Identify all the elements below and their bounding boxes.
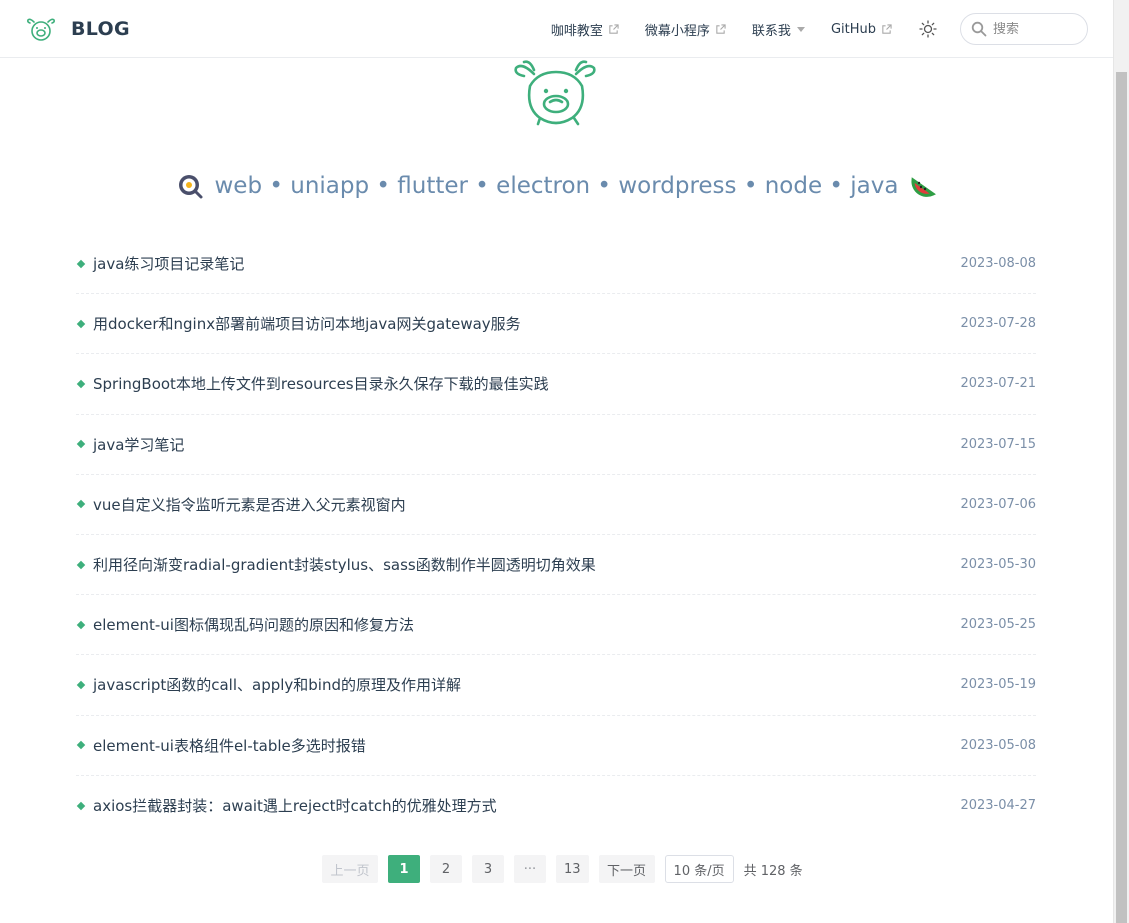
tagline-text: web • uniapp • flutter • electron • word… bbox=[214, 173, 899, 199]
bullet-diamond-icon bbox=[76, 560, 86, 569]
bullet-diamond-icon bbox=[76, 259, 86, 268]
post-item[interactable]: axios拦截器封装：await遇上reject时catch的优雅处理方式 20… bbox=[76, 776, 1036, 836]
post-title[interactable]: element-ui图标偶现乱码问题的原因和修复方法 bbox=[93, 614, 414, 635]
post-item[interactable]: element-ui图标偶现乱码问题的原因和修复方法 2023-05-25 bbox=[76, 595, 1036, 656]
post-list: java练习项目记录笔记 2023-08-08 用docker和nginx部署前… bbox=[76, 234, 1036, 836]
nav-link-label: 咖啡教室 bbox=[550, 23, 603, 39]
post-left: vue自定义指令监听元素是否进入父元素视窗内 bbox=[76, 494, 406, 515]
pagination: 上一页 1 2 3 ··· 13 下一页 10 条/页 共 128 条 bbox=[322, 855, 803, 883]
theme-toggle-button[interactable] bbox=[918, 19, 938, 39]
post-date: 2023-07-28 bbox=[960, 316, 1036, 332]
hero-tagline: web • uniapp • flutter • electron • word… bbox=[0, 172, 1113, 200]
nav-links: 咖啡教室 微幕小程序 联系我 GitHub bbox=[551, 0, 1088, 58]
nav-link-label: 联系我 bbox=[751, 23, 791, 39]
page-scrollbar[interactable] bbox=[1113, 0, 1129, 923]
post-left: SpringBoot本地上传文件到resources目录永久保存下载的最佳实践 bbox=[76, 373, 549, 394]
cartoon-face-logo-icon bbox=[26, 18, 56, 41]
post-left: axios拦截器封装：await遇上reject时catch的优雅处理方式 bbox=[76, 795, 497, 816]
post-date: 2023-05-19 bbox=[960, 677, 1036, 693]
scrollbar-thumb[interactable] bbox=[1116, 72, 1127, 923]
brand-link[interactable]: BLOG bbox=[26, 16, 130, 42]
post-item[interactable]: javascript函数的call、apply和bind的原理及作用详解 202… bbox=[76, 655, 1036, 716]
page-button-1[interactable]: 1 bbox=[388, 855, 420, 883]
external-link-icon bbox=[716, 23, 726, 34]
site-title: BLOG bbox=[71, 17, 130, 40]
post-title[interactable]: 用docker和nginx部署前端项目访问本地java网关gateway服务 bbox=[93, 313, 521, 334]
post-item[interactable]: java练习项目记录笔记 2023-08-08 bbox=[76, 234, 1036, 295]
post-date: 2023-08-08 bbox=[960, 256, 1036, 272]
search-box[interactable] bbox=[960, 13, 1088, 45]
page-button-2[interactable]: 2 bbox=[430, 855, 462, 883]
bullet-diamond-icon bbox=[76, 740, 86, 750]
post-date: 2023-07-06 bbox=[960, 496, 1036, 512]
bullet-diamond-icon bbox=[76, 379, 86, 389]
post-title[interactable]: java练习项目记录笔记 bbox=[93, 253, 244, 274]
post-title[interactable]: javascript函数的call、apply和bind的原理及作用详解 bbox=[93, 674, 461, 695]
post-item[interactable]: 用docker和nginx部署前端项目访问本地java网关gateway服务 2… bbox=[76, 294, 1036, 355]
nav-link-coffee-class[interactable]: 咖啡教室 bbox=[551, 20, 619, 39]
post-item[interactable]: SpringBoot本地上传文件到resources目录永久保存下载的最佳实践 … bbox=[76, 354, 1036, 415]
post-left: java学习笔记 bbox=[76, 434, 184, 455]
post-title[interactable]: vue自定义指令监听元素是否进入父元素视窗内 bbox=[93, 494, 406, 515]
bullet-diamond-icon bbox=[76, 439, 86, 449]
external-link-icon bbox=[609, 23, 619, 34]
next-page-button[interactable]: 下一页 bbox=[598, 855, 655, 883]
search-input[interactable] bbox=[993, 21, 1073, 37]
post-left: 用docker和nginx部署前端项目访问本地java网关gateway服务 bbox=[76, 313, 521, 334]
bullet-diamond-icon bbox=[76, 680, 86, 690]
post-title[interactable]: element-ui表格组件el-table多选时报错 bbox=[93, 735, 366, 756]
bullet-diamond-icon bbox=[76, 319, 86, 329]
bullet-diamond-icon bbox=[76, 801, 86, 811]
post-date: 2023-07-15 bbox=[960, 436, 1036, 452]
nav-dropdown-contact[interactable]: 联系我 bbox=[752, 20, 805, 39]
bullet-diamond-icon bbox=[76, 620, 86, 629]
post-title[interactable]: SpringBoot本地上传文件到resources目录永久保存下载的最佳实践 bbox=[93, 373, 549, 394]
page-ellipsis-button[interactable]: ··· bbox=[514, 855, 546, 883]
post-title[interactable]: axios拦截器封装：await遇上reject时catch的优雅处理方式 bbox=[93, 795, 497, 816]
frying-pan-egg-icon bbox=[178, 175, 202, 199]
post-date: 2023-07-21 bbox=[960, 376, 1036, 392]
navbar: BLOG 咖啡教室 微幕小程序 联系我 GitHub bbox=[0, 0, 1113, 58]
sun-icon bbox=[919, 20, 937, 38]
post-left: element-ui图标偶现乱码问题的原因和修复方法 bbox=[76, 614, 414, 635]
watermelon-icon bbox=[911, 177, 937, 197]
nav-link-label: GitHub bbox=[830, 21, 876, 37]
post-date: 2023-04-27 bbox=[960, 798, 1036, 814]
post-item[interactable]: java学习笔记 2023-07-15 bbox=[76, 415, 1036, 475]
post-date: 2023-05-25 bbox=[960, 617, 1036, 633]
search-icon bbox=[971, 21, 987, 37]
post-date: 2023-05-08 bbox=[960, 737, 1036, 753]
nav-link-label: 微幕小程序 bbox=[644, 23, 710, 39]
post-left: javascript函数的call、apply和bind的原理及作用详解 bbox=[76, 674, 461, 695]
post-title[interactable]: java学习笔记 bbox=[93, 434, 184, 455]
post-date: 2023-05-30 bbox=[960, 557, 1036, 573]
post-item[interactable]: 利用径向渐变radial-gradient封装stylus、sass函数制作半圆… bbox=[76, 535, 1036, 596]
cartoon-face-hero-icon bbox=[514, 60, 596, 126]
page-button-3[interactable]: 3 bbox=[472, 855, 504, 883]
bullet-diamond-icon bbox=[76, 500, 86, 509]
post-title[interactable]: 利用径向渐变radial-gradient封装stylus、sass函数制作半圆… bbox=[93, 554, 596, 575]
page-size-select[interactable]: 10 条/页 bbox=[664, 855, 734, 883]
total-count: 共 128 条 bbox=[743, 863, 803, 879]
prev-page-button[interactable]: 上一页 bbox=[322, 855, 378, 883]
post-item[interactable]: vue自定义指令监听元素是否进入父元素视窗内 2023-07-06 bbox=[76, 475, 1036, 535]
page-button-13[interactable]: 13 bbox=[556, 855, 589, 883]
chevron-down-icon bbox=[796, 26, 805, 32]
external-link-icon bbox=[882, 23, 892, 34]
post-item[interactable]: element-ui表格组件el-table多选时报错 2023-05-08 bbox=[76, 716, 1036, 776]
post-left: java练习项目记录笔记 bbox=[76, 253, 244, 274]
post-left: 利用径向渐变radial-gradient封装stylus、sass函数制作半圆… bbox=[76, 554, 596, 575]
nav-link-mini-program[interactable]: 微幕小程序 bbox=[645, 20, 726, 39]
post-left: element-ui表格组件el-table多选时报错 bbox=[76, 735, 366, 756]
nav-link-github[interactable]: GitHub bbox=[831, 22, 892, 37]
